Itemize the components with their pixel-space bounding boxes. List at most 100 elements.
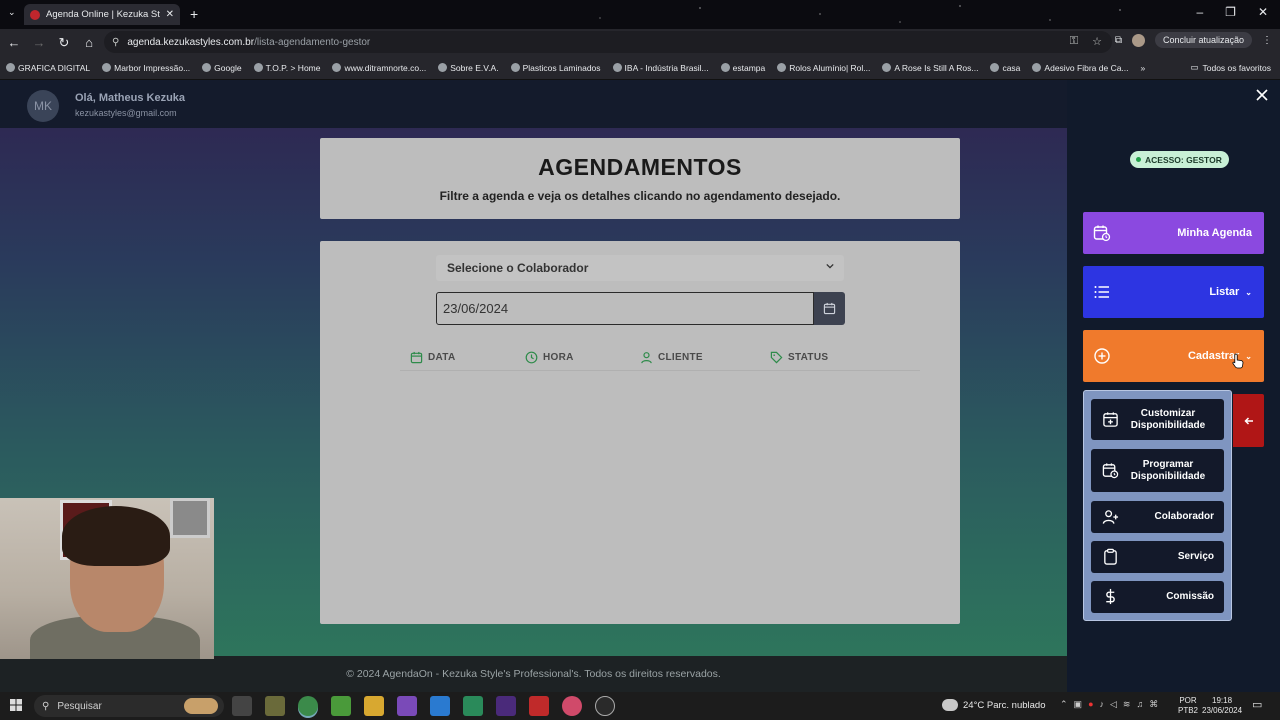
list-label: Listar ⌄ xyxy=(1209,286,1252,298)
browser-menu-icon[interactable]: ⋮ xyxy=(1262,35,1272,46)
bookmark-item[interactable]: Plasticos Laminados xyxy=(510,63,601,73)
app-header: MK Olá, Matheus Kezuka kezukastyles@gmai… xyxy=(0,80,1067,128)
tray-chevron-icon[interactable]: ⌃ xyxy=(1060,699,1068,710)
url-path: /lista-agendamento-gestor xyxy=(254,36,371,48)
submenu-service[interactable]: Serviço xyxy=(1091,541,1224,573)
tab-search-chevron-icon[interactable]: ⌄ xyxy=(8,7,16,18)
column-cliente-label: CLIENTE xyxy=(658,352,703,363)
restore-icon[interactable]: ❐ xyxy=(1225,5,1236,19)
calendar-button[interactable] xyxy=(814,292,845,325)
url-host: agenda.kezukastyles.com.br xyxy=(127,36,255,48)
my-agenda-button[interactable]: Minha Agenda xyxy=(1083,212,1264,254)
column-data[interactable]: DATA xyxy=(410,351,456,364)
dollar-icon xyxy=(1106,588,1115,605)
minimize-icon[interactable]: – xyxy=(1196,5,1203,19)
tray-antivirus-icon[interactable]: ● xyxy=(1088,699,1093,710)
all-bookmarks-label: Todos os favoritos xyxy=(1202,62,1271,73)
tray-mic-icon[interactable]: ♪ xyxy=(1100,699,1105,710)
notification-icon[interactable]: ▭ xyxy=(1252,698,1262,711)
list-button[interactable]: Listar ⌄ xyxy=(1083,266,1264,318)
bookmark-star-icon[interactable]: ☆ xyxy=(1092,35,1102,48)
forward-arrow-icon[interactable]: → xyxy=(28,35,50,50)
bookmark-item[interactable]: Sobre E.V.A. xyxy=(438,63,499,73)
update-button[interactable]: Concluir atualização xyxy=(1154,32,1252,48)
submenu-schedule-label: Programar Disponibilidade xyxy=(1130,459,1206,482)
clock-icon xyxy=(525,351,538,364)
back-button[interactable] xyxy=(1233,394,1264,447)
extensions-puzzle-icon[interactable]: ⧉ xyxy=(1115,35,1122,46)
tab-close-icon[interactable]: ✕ xyxy=(166,9,174,20)
submenu-service-label: Serviço xyxy=(1177,551,1214,562)
tray-speaker-icon[interactable]: ♫ xyxy=(1136,699,1143,710)
address-bar[interactable]: ⚲ agenda.kezukastyles.com.br/lista-agend… xyxy=(104,31,1112,53)
app-explorer-icon[interactable] xyxy=(364,696,384,716)
column-status[interactable]: STATUS xyxy=(770,351,828,364)
bookmark-item[interactable]: Rolos Alumínio| Rol... xyxy=(777,63,870,73)
app-visual-studio-icon[interactable] xyxy=(397,696,417,716)
app-chrome-icon[interactable] xyxy=(298,696,318,716)
table-header: DATA HORA CLIENTE STATUS xyxy=(400,345,920,371)
folder-icon: ▭ xyxy=(1190,62,1199,72)
calendar-icon xyxy=(823,302,836,315)
bookmark-item[interactable]: casa xyxy=(990,63,1020,73)
window-close-icon[interactable]: ✕ xyxy=(1258,5,1268,19)
app-editor-icon[interactable] xyxy=(463,696,483,716)
password-key-icon[interactable]: ⚿ xyxy=(1070,35,1078,48)
bookmark-item[interactable]: GRAFICA DIGITAL xyxy=(6,63,90,73)
submenu-customize-availability[interactable]: Customizar Disponibilidade xyxy=(1091,399,1224,440)
new-tab-plus-icon[interactable]: + xyxy=(190,6,198,22)
app-notepad-icon[interactable] xyxy=(331,696,351,716)
app-git-icon[interactable] xyxy=(265,696,285,716)
back-arrow-icon[interactable]: ← xyxy=(3,35,25,50)
tray-volume-icon[interactable]: ◁ xyxy=(1110,699,1117,710)
bookmarks-overflow-icon[interactable]: » xyxy=(1141,63,1146,73)
app-github-icon[interactable] xyxy=(595,696,615,716)
tab-favicon-icon xyxy=(30,9,40,20)
lang-code: POR xyxy=(1179,696,1197,705)
site-info-icon[interactable]: ⚲ xyxy=(112,37,119,48)
browser-tab[interactable]: Agenda Online | Kezuka Style's ✕ xyxy=(24,4,180,25)
tab-title: Agenda Online | Kezuka Style's xyxy=(46,9,160,20)
bookmark-item[interactable]: www.ditramnorte.co... xyxy=(332,63,426,73)
tray-wifi-icon[interactable]: ≋ xyxy=(1123,699,1131,710)
app-filezilla-icon[interactable] xyxy=(529,696,549,716)
column-cliente[interactable]: CLIENTE xyxy=(640,351,703,364)
home-icon[interactable]: ⌂ xyxy=(78,35,100,50)
user-avatar[interactable]: MK xyxy=(27,90,59,122)
app-terminal-icon[interactable] xyxy=(496,696,516,716)
collaborator-select[interactable]: Selecione o Colaborador xyxy=(436,255,844,281)
toolbar-right: ⧉ Concluir atualização ⋮ xyxy=(1115,32,1272,48)
task-view-icon[interactable] xyxy=(232,696,252,716)
bookmark-label: casa xyxy=(1002,62,1021,73)
submenu-commission[interactable]: Comissão xyxy=(1091,581,1224,613)
bookmark-item[interactable]: Adesivo Fibra de Ca... xyxy=(1032,63,1129,73)
taskbar-weather[interactable]: 24°C Parc. nublado xyxy=(942,699,1046,711)
profile-avatar-icon[interactable] xyxy=(1131,33,1145,47)
bookmark-item[interactable]: A Rose Is Still A Ros... xyxy=(882,63,978,73)
bookmark-item[interactable]: Marbor Impressão... xyxy=(102,63,190,73)
keyboard-language[interactable]: POR PTB2 xyxy=(1178,696,1198,716)
taskbar-search[interactable]: ⚲ Pesquisar xyxy=(34,695,224,717)
date-input[interactable]: 23/06/2024 xyxy=(436,292,814,325)
windows-start-icon[interactable] xyxy=(10,699,22,711)
bookmark-item[interactable]: estampa xyxy=(720,62,766,73)
bookmark-favicon-icon xyxy=(510,63,520,72)
bookmark-label: estampa xyxy=(732,62,766,73)
submenu-collaborator[interactable]: Colaborador xyxy=(1091,501,1224,533)
app-vscode-icon[interactable] xyxy=(430,696,450,716)
tray-network-icon[interactable]: ⌘ xyxy=(1149,699,1158,710)
reload-icon[interactable]: ↻ xyxy=(53,35,75,51)
collaborator-select-label: Selecione o Colaborador xyxy=(447,261,589,275)
app-chrome-2-icon[interactable] xyxy=(562,696,582,716)
taskbar-clock[interactable]: 19:18 23/06/2024 xyxy=(1202,696,1242,716)
clock-time: 19:18 xyxy=(1212,696,1233,705)
bookmark-item[interactable]: Google xyxy=(202,63,242,73)
column-hora[interactable]: HORA xyxy=(525,351,574,364)
all-bookmarks-button[interactable]: ▭ Todos os favoritos xyxy=(1190,62,1271,73)
window-controls: – ❐ ✕ xyxy=(1196,5,1268,19)
bookmark-item[interactable]: IBA - Indústria Brasil... xyxy=(612,63,709,73)
submenu-schedule-availability[interactable]: Programar Disponibilidade xyxy=(1091,449,1224,492)
bookmark-item[interactable]: T.O.P. > Home xyxy=(253,63,320,73)
tray-app-icon[interactable]: ▣ xyxy=(1074,699,1083,710)
close-icon[interactable] xyxy=(1255,88,1269,102)
